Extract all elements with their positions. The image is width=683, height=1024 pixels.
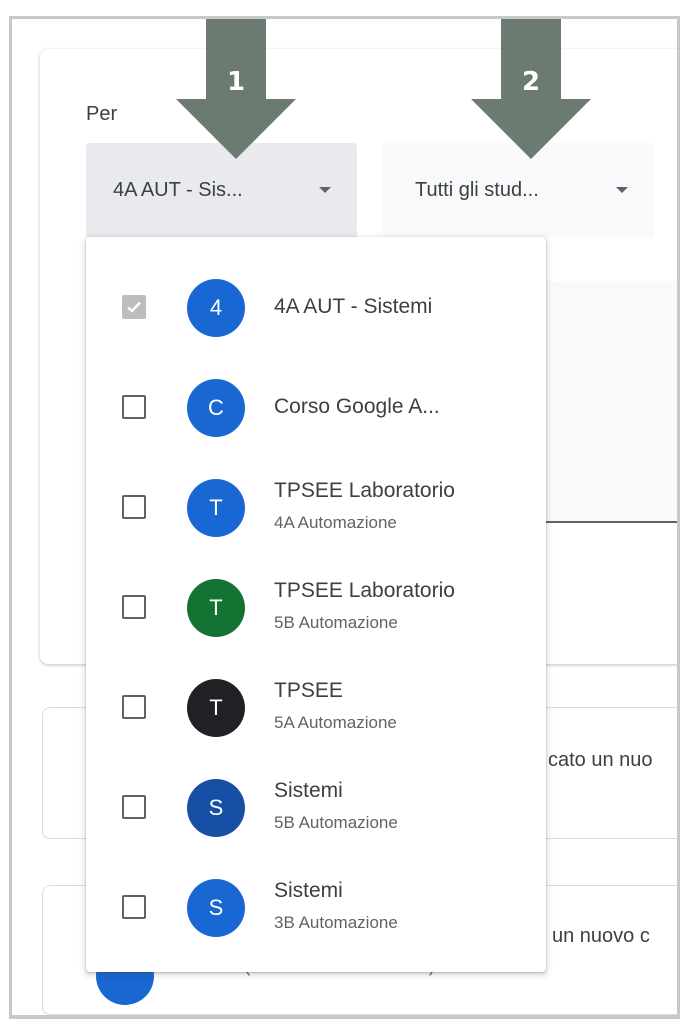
- class-avatar-initial: T: [209, 695, 223, 720]
- annotation-number: 2: [521, 67, 541, 97]
- checkbox[interactable]: [122, 695, 146, 719]
- class-avatar-initial: 4: [209, 295, 223, 320]
- arrow-down-icon: [471, 19, 591, 159]
- content-panel: [543, 281, 677, 523]
- class-avatar-initial: T: [209, 595, 223, 620]
- menu-item-tpsee-lab-4a[interactable]: T TPSEE Laboratorio 4A Automazione: [86, 455, 546, 555]
- class-avatar: C: [187, 379, 245, 437]
- menu-item-tpsee-lab-5b[interactable]: T TPSEE Laboratorio 5B Automazione: [86, 555, 546, 655]
- class-avatar-initial: S: [208, 795, 224, 820]
- class-avatar: 4: [187, 279, 245, 337]
- class-avatar: S: [187, 879, 245, 937]
- checkbox[interactable]: [122, 795, 146, 819]
- annotation-number: 1: [226, 67, 246, 97]
- menu-item-title: Sistemi: [274, 779, 343, 802]
- menu-item-title: Sistemi: [274, 879, 343, 902]
- menu-item-4a-aut-sistemi[interactable]: 4 4A AUT - Sistemi: [86, 255, 546, 355]
- class-dropdown-menu: 4 4A AUT - Sistemi C Corso Google A... T…: [86, 237, 546, 972]
- menu-item-title: TPSEE Laboratorio: [274, 479, 455, 502]
- student-select-value: Tutti gli stud...: [415, 178, 539, 201]
- chevron-down-icon: [616, 187, 628, 193]
- class-avatar-initial: T: [209, 495, 223, 520]
- per-label: Per: [86, 103, 118, 125]
- menu-item-subtitle: 5B Automazione: [274, 613, 398, 632]
- menu-item-subtitle: 5A Automazione: [274, 713, 397, 732]
- class-avatar: T: [187, 579, 245, 637]
- menu-item-title: TPSEE: [274, 679, 343, 702]
- class-avatar: S: [187, 779, 245, 837]
- checkbox[interactable]: [122, 495, 146, 519]
- checkbox[interactable]: [122, 595, 146, 619]
- stream-card-text: un nuovo c: [552, 925, 650, 947]
- class-avatar: T: [187, 479, 245, 537]
- menu-item-subtitle: 5B Automazione: [274, 813, 398, 832]
- checkbox[interactable]: [122, 395, 146, 419]
- annotation-arrow-1: 1: [176, 19, 296, 175]
- menu-item-title: 4A AUT - Sistemi: [274, 295, 433, 318]
- menu-item-sistemi-5b[interactable]: S Sistemi 5B Automazione: [86, 755, 546, 855]
- check-icon: [127, 301, 141, 313]
- class-avatar: T: [187, 679, 245, 737]
- menu-item-subtitle: 4A Automazione: [274, 513, 397, 532]
- class-avatar-initial: S: [208, 895, 224, 920]
- chevron-down-icon: [319, 187, 331, 193]
- menu-item-tpsee-5a[interactable]: T TPSEE 5A Automazione: [86, 655, 546, 755]
- arrow-down-icon: [176, 19, 296, 159]
- menu-item-sistemi-3b[interactable]: S Sistemi 3B Automazione: [86, 855, 546, 955]
- class-avatar-initial: C: [208, 395, 224, 420]
- checkbox-checked[interactable]: [122, 295, 146, 319]
- menu-item-title: TPSEE Laboratorio: [274, 579, 455, 602]
- annotation-arrow-2: 2: [471, 19, 591, 175]
- menu-item-corso-google[interactable]: C Corso Google A...: [86, 355, 546, 455]
- class-select-value: 4A AUT - Sis...: [113, 178, 243, 201]
- stream-card-text: cato un nuo: [548, 749, 653, 771]
- menu-item-title: Corso Google A...: [274, 395, 440, 418]
- menu-item-subtitle: 3B Automazione: [274, 913, 398, 932]
- screenshot-frame: Per 4A AUT - Sis... Tutti gli stud... ca…: [9, 16, 680, 1019]
- checkbox[interactable]: [122, 895, 146, 919]
